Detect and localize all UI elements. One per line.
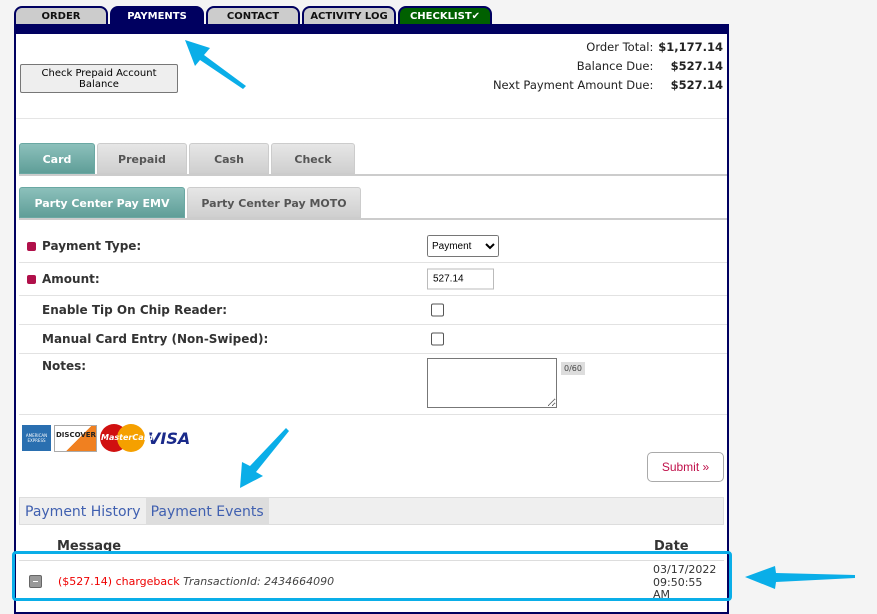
main-tabs: ORDER PAYMENTS CONTACT ACTIVITY LOG CHEC… bbox=[14, 6, 492, 25]
notes-label: Notes: bbox=[42, 359, 87, 373]
tab-order[interactable]: ORDER bbox=[14, 6, 108, 25]
next-payment-label: Next Payment Amount Due: bbox=[492, 78, 654, 92]
payments-panel: Check Prepaid Account Balance Order Tota… bbox=[14, 24, 729, 614]
tab-contact[interactable]: CONTACT bbox=[206, 6, 300, 25]
balance-due-label: Balance Due: bbox=[576, 59, 654, 73]
tab-payment-history[interactable]: Payment History bbox=[20, 498, 146, 524]
method-tabs: Card Prepaid Cash Check bbox=[19, 143, 727, 176]
tab-cash[interactable]: Cash bbox=[189, 143, 269, 174]
order-total-label: Order Total: bbox=[586, 40, 654, 54]
amount-input[interactable] bbox=[427, 268, 494, 290]
tab-check[interactable]: Check bbox=[271, 143, 355, 174]
arrow-icon bbox=[745, 566, 855, 589]
order-total-value: $1,177.14 bbox=[658, 40, 723, 54]
manual-entry-label: Manual Card Entry (Non-Swiped): bbox=[42, 332, 269, 346]
notes-textarea[interactable] bbox=[427, 358, 557, 408]
manual-entry-checkbox[interactable] bbox=[431, 332, 444, 346]
visa-logo: VISA bbox=[148, 428, 191, 448]
next-payment-value: $527.14 bbox=[670, 78, 723, 92]
divider bbox=[16, 118, 727, 119]
processor-tabs: Party Center Pay EMV Party Center Pay MO… bbox=[19, 187, 727, 220]
payment-type-select[interactable]: Payment bbox=[427, 235, 499, 257]
totals: Order Total: $1,177.14 Balance Due: $527… bbox=[493, 38, 723, 95]
payment-type-row: Payment Type: Payment bbox=[19, 230, 727, 263]
tab-moto[interactable]: Party Center Pay MOTO bbox=[187, 187, 361, 218]
manual-entry-row: Manual Card Entry (Non-Swiped): bbox=[19, 325, 727, 354]
tip-label: Enable Tip On Chip Reader: bbox=[42, 303, 227, 317]
tip-row: Enable Tip On Chip Reader: bbox=[19, 296, 727, 325]
tab-payment-events[interactable]: Payment Events bbox=[145, 498, 269, 524]
history-tabs: Payment History Payment Events bbox=[19, 497, 724, 525]
tab-payments[interactable]: PAYMENTS bbox=[110, 6, 204, 25]
amount-row: Amount: bbox=[19, 263, 727, 296]
mastercard-logo: MasterCard bbox=[100, 424, 153, 452]
notes-char-count: 0/60 bbox=[561, 362, 585, 375]
tab-emv[interactable]: Party Center Pay EMV bbox=[19, 187, 185, 218]
tab-card[interactable]: Card bbox=[19, 143, 95, 174]
balance-due-value: $527.14 bbox=[670, 59, 723, 73]
payment-type-label: Payment Type: bbox=[42, 239, 142, 253]
tip-checkbox[interactable] bbox=[431, 303, 444, 317]
amount-label: Amount: bbox=[42, 272, 100, 286]
discover-logo: DISCOVER bbox=[54, 424, 97, 452]
amex-logo: AMERICAN EXPRESS bbox=[22, 425, 51, 451]
required-icon bbox=[27, 275, 36, 284]
check-prepaid-balance-button[interactable]: Check Prepaid Account Balance bbox=[20, 64, 178, 93]
tab-checklist[interactable]: CHECKLIST✔ bbox=[398, 6, 492, 25]
accepted-cards: AMERICAN EXPRESS DISCOVER MasterCard VIS… bbox=[22, 424, 190, 452]
highlight-box bbox=[12, 551, 732, 601]
required-icon bbox=[27, 242, 36, 251]
submit-button[interactable]: Submit » bbox=[647, 452, 724, 482]
tab-prepaid[interactable]: Prepaid bbox=[97, 143, 187, 174]
notes-row: Notes: 0/60 bbox=[19, 354, 727, 415]
tab-activity-log[interactable]: ACTIVITY LOG bbox=[302, 6, 396, 25]
